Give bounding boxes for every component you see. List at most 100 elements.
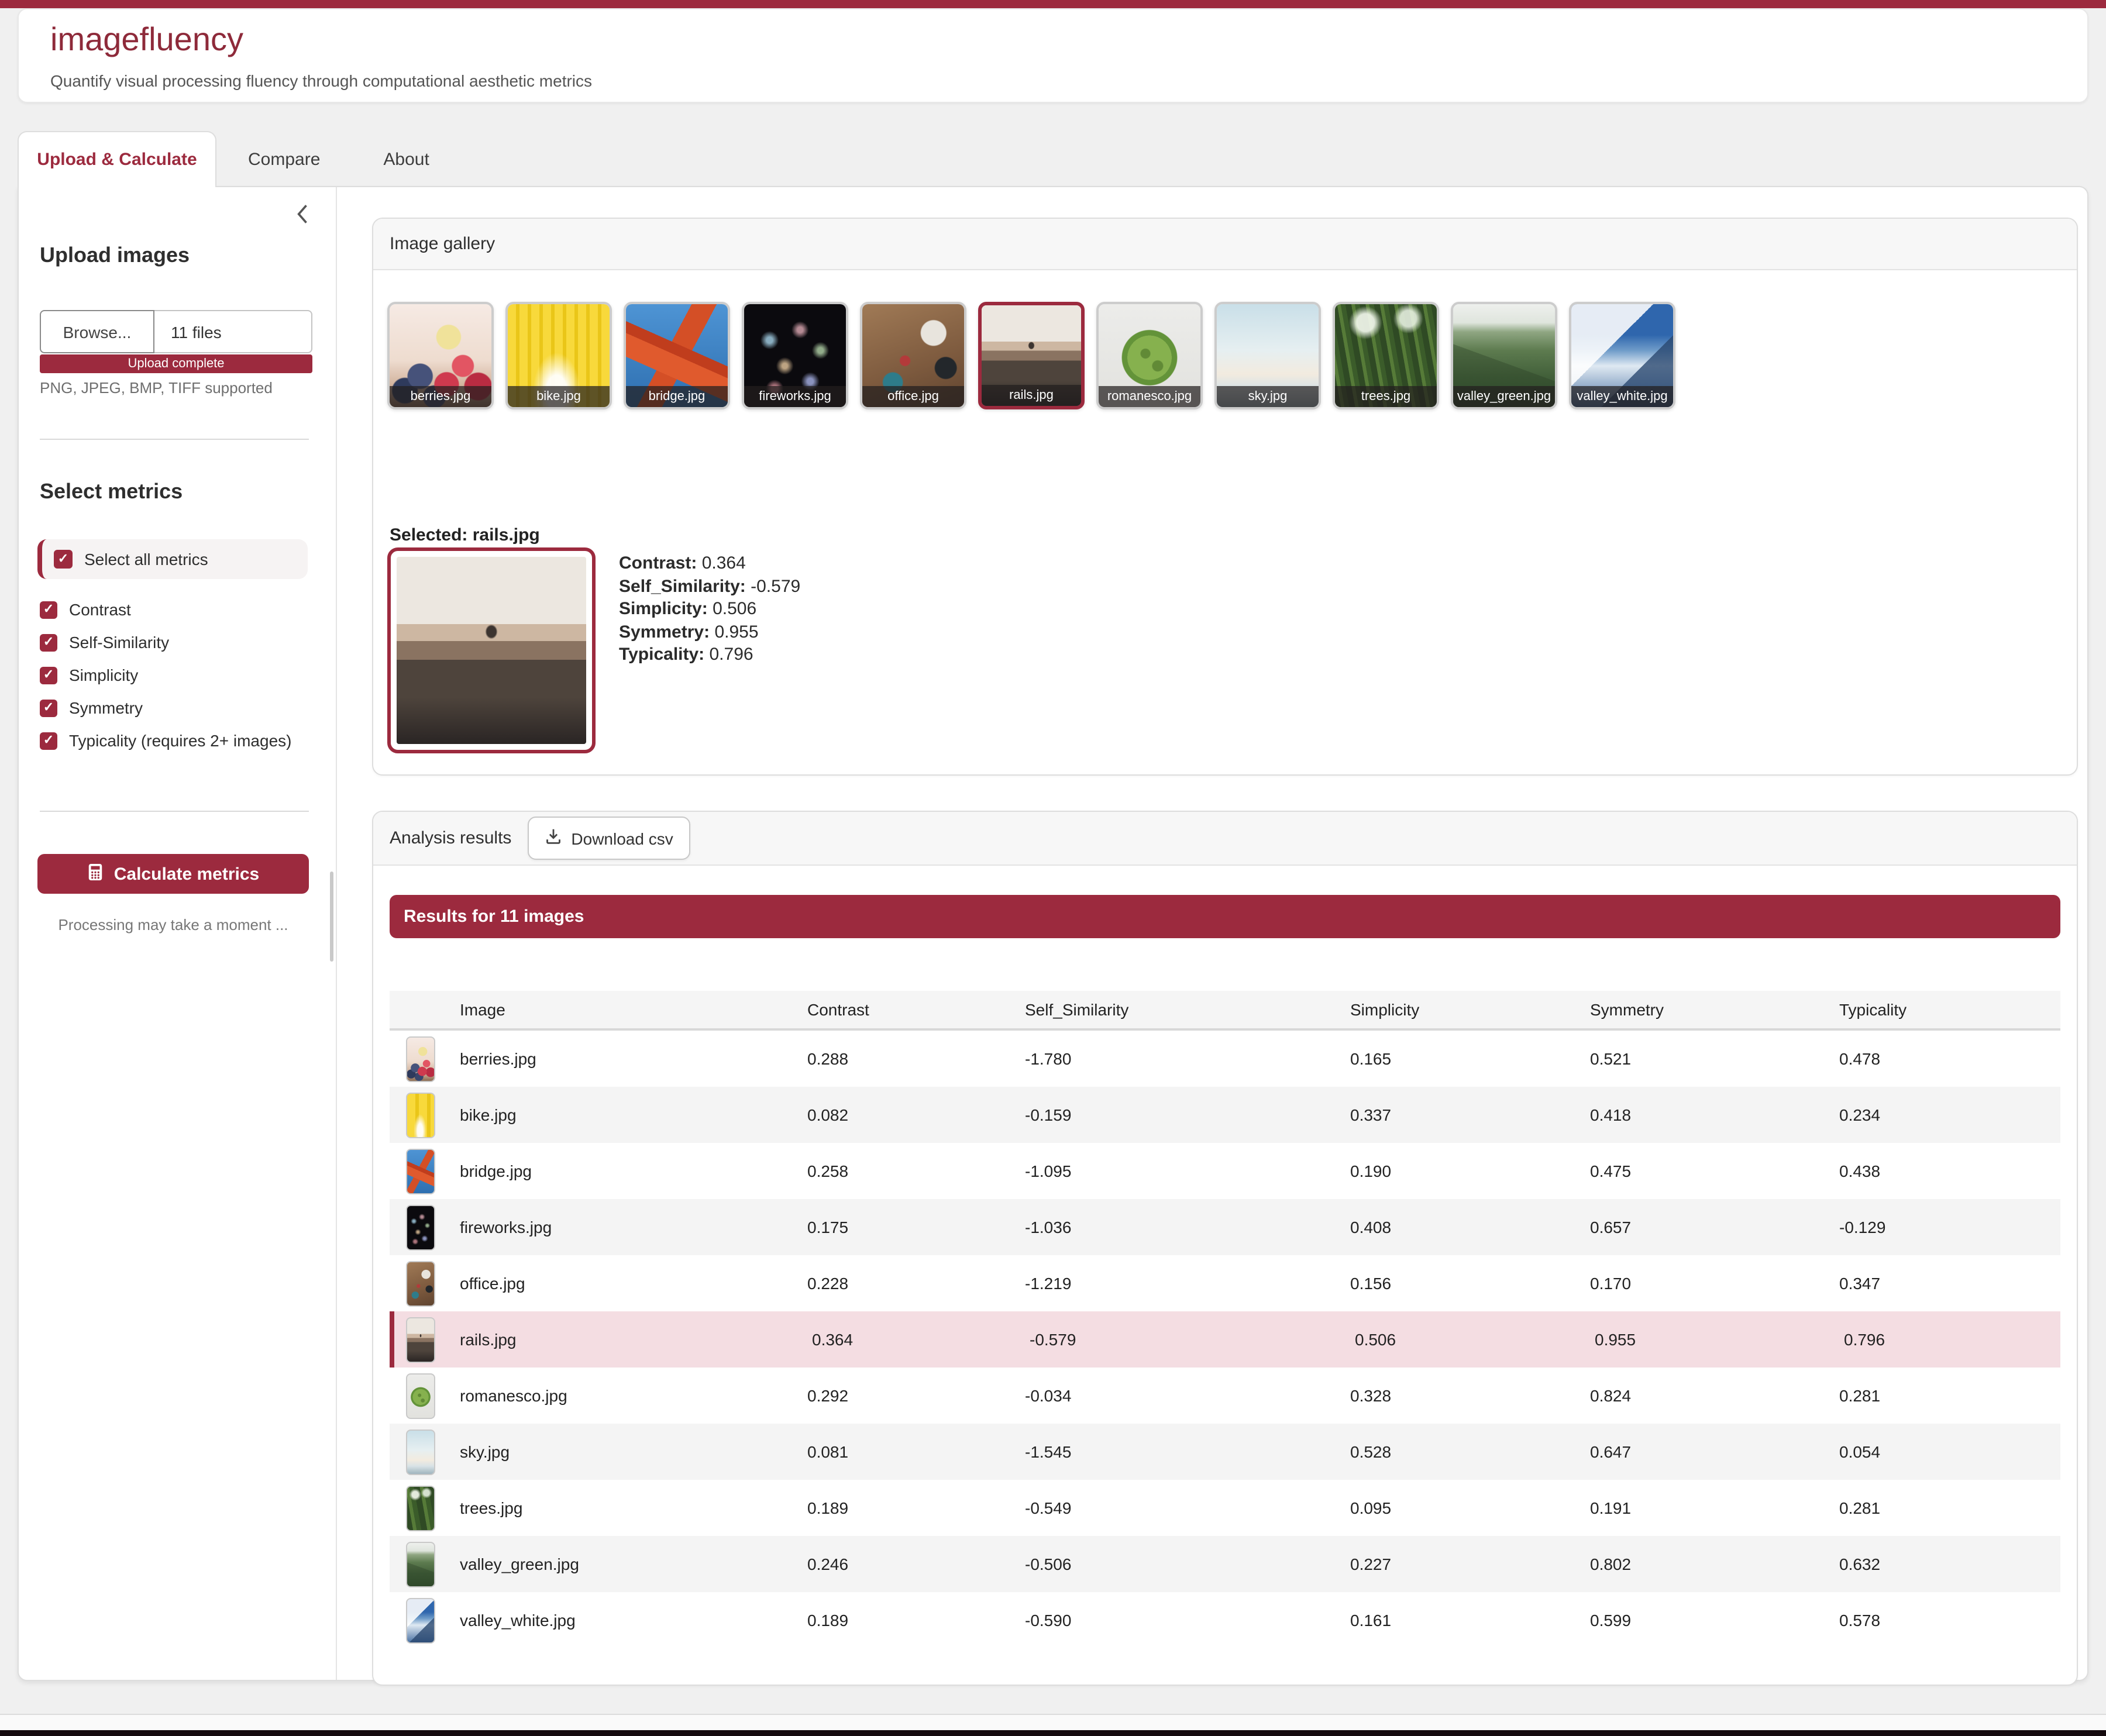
- sidebar-divider: [336, 187, 337, 1680]
- thumb-label: valley_white.jpg: [1571, 386, 1673, 407]
- results-table-body: berries.jpg 0.288 -1.780 0.165 0.521 0.4…: [390, 1031, 2060, 1648]
- checkbox-checked-icon: ✓: [40, 601, 57, 618]
- results-table-header: Image Contrast Self_Similarity Simplicit…: [390, 991, 2060, 1031]
- gallery-thumb-trees[interactable]: trees.jpg: [1333, 302, 1439, 409]
- gallery-thumb-romanesco[interactable]: romanesco.jpg: [1096, 302, 1203, 409]
- sidebar-collapse-button[interactable]: [290, 201, 316, 227]
- berries-row-thumb: [406, 1036, 435, 1081]
- thumb-label: rails.jpg: [982, 385, 1081, 406]
- gallery-thumb-office[interactable]: office.jpg: [860, 302, 966, 409]
- gallery-thumb-fireworks[interactable]: fireworks.jpg: [742, 302, 848, 409]
- metric-label: Self-Similarity: [69, 633, 169, 652]
- table-row-bridge[interactable]: bridge.jpg 0.258 -1.095 0.190 0.475 0.43…: [390, 1143, 2060, 1199]
- sidebar-divider-line: [40, 811, 309, 812]
- upload-progress-bar: Upload complete: [40, 354, 312, 373]
- metric-line: Symmetry: 0.955: [619, 621, 800, 643]
- gallery-heading: Image gallery: [390, 234, 495, 254]
- table-row-bike[interactable]: bike.jpg 0.082 -0.159 0.337 0.418 0.234: [390, 1087, 2060, 1143]
- gallery-thumb-sky[interactable]: sky.jpg: [1214, 302, 1321, 409]
- thumb-label: trees.jpg: [1335, 386, 1437, 407]
- browse-button[interactable]: Browse...: [40, 310, 154, 353]
- metric-checkbox-symmetry[interactable]: ✓ Symmetry: [40, 695, 292, 721]
- metric-label: Contrast: [69, 600, 131, 619]
- thumb-label: romanesco.jpg: [1099, 386, 1200, 407]
- checkbox-checked-icon: ✓: [40, 666, 57, 684]
- metric-checkbox-list: ✓ Contrast ✓ Self-Similarity ✓ Simplicit…: [40, 597, 292, 753]
- tab-upload-calculate[interactable]: Upload & Calculate: [18, 131, 216, 187]
- col-image: Image: [390, 1000, 807, 1019]
- col-self-similarity: Self_Similarity: [1025, 1000, 1350, 1019]
- gallery-thumb-valley-green[interactable]: valley_green.jpg: [1451, 302, 1557, 409]
- valley-green-row-thumb: [406, 1541, 435, 1587]
- analysis-results-panel: Analysis results Download csv Results fo…: [372, 811, 2078, 1686]
- fireworks-row-thumb: [406, 1204, 435, 1250]
- footer-strip: [0, 1715, 2106, 1730]
- metric-line: Simplicity: 0.506: [619, 598, 800, 621]
- gallery-thumb-berries[interactable]: berries.jpg: [387, 302, 494, 409]
- select-all-label: Select all metrics: [84, 550, 208, 569]
- chevron-left-icon: [290, 212, 316, 232]
- gallery-thumb-bike[interactable]: bike.jpg: [505, 302, 612, 409]
- bottom-accent-bar: [0, 1730, 2106, 1736]
- col-typicality: Typicality: [1839, 1000, 2060, 1019]
- table-row-office[interactable]: office.jpg 0.228 -1.219 0.156 0.170 0.34…: [390, 1255, 2060, 1311]
- results-panel-header: Analysis results Download csv: [373, 812, 2077, 866]
- thumb-label: bike.jpg: [508, 386, 610, 407]
- tab-compare[interactable]: Compare: [216, 131, 352, 187]
- trees-row-thumb: [406, 1485, 435, 1531]
- col-simplicity: Simplicity: [1350, 1000, 1590, 1019]
- selected-image-heading: Selected: rails.jpg: [390, 525, 540, 545]
- page-title: imagefluency: [50, 21, 243, 58]
- file-count-field[interactable]: 11 files: [154, 310, 312, 353]
- metric-checkbox-typicality[interactable]: ✓ Typicality (requires 2+ images): [40, 728, 292, 753]
- main-content-panel: Upload images Browse... 11 files Upload …: [18, 186, 2088, 1681]
- tab-about[interactable]: About: [352, 131, 460, 187]
- results-table: Image Contrast Self_Similarity Simplicit…: [390, 991, 2060, 1648]
- checkbox-checked-icon: ✓: [40, 732, 57, 749]
- table-row-rails-highlighted[interactable]: rails.jpg 0.364 -0.579 0.506 0.955 0.796: [390, 1311, 2060, 1368]
- thumb-label: bridge.jpg: [626, 386, 728, 407]
- upload-section-heading: Upload images: [40, 243, 190, 268]
- tab-bar: Upload & Calculate Compare About: [18, 131, 461, 187]
- table-row-berries[interactable]: berries.jpg 0.288 -1.780 0.165 0.521 0.4…: [390, 1031, 2060, 1087]
- table-row-valley-green[interactable]: valley_green.jpg 0.246 -0.506 0.227 0.80…: [390, 1536, 2060, 1592]
- metric-line: Self_Similarity: -0.579: [619, 575, 800, 598]
- processing-note: Processing may take a moment ...: [37, 916, 309, 934]
- gallery-thumbnail-row: berries.jpg bike.jpg bridge.jpg firework…: [387, 302, 1675, 409]
- gallery-panel-header: Image gallery: [373, 219, 2077, 270]
- gallery-thumb-rails-selected[interactable]: rails.jpg: [978, 302, 1085, 409]
- sidebar-divider-line: [40, 439, 309, 440]
- checkbox-checked-icon: ✓: [40, 699, 57, 717]
- thumb-label: office.jpg: [862, 386, 964, 407]
- selected-image-preview: [387, 547, 596, 753]
- metric-checkbox-contrast[interactable]: ✓ Contrast: [40, 597, 292, 622]
- app-header: imagefluency Quantify visual processing …: [18, 8, 2088, 103]
- table-row-sky[interactable]: sky.jpg 0.081 -1.545 0.528 0.647 0.054: [390, 1424, 2060, 1480]
- metric-label: Simplicity: [69, 666, 138, 684]
- download-csv-button[interactable]: Download csv: [528, 817, 690, 860]
- select-all-metrics-checkbox[interactable]: ✓ Select all metrics: [37, 539, 308, 579]
- file-upload-group: Browse... 11 files: [40, 310, 312, 353]
- sidebar-scrollbar[interactable]: [330, 872, 333, 962]
- table-row-fireworks[interactable]: fireworks.jpg 0.175 -1.036 0.408 0.657 -…: [390, 1199, 2060, 1255]
- metric-checkbox-self-similarity[interactable]: ✓ Self-Similarity: [40, 629, 292, 655]
- gallery-thumb-bridge[interactable]: bridge.jpg: [624, 302, 730, 409]
- checkbox-checked-icon: ✓: [54, 550, 73, 569]
- bike-row-thumb: [406, 1092, 435, 1138]
- valley-white-row-thumb: [406, 1597, 435, 1643]
- checkbox-checked-icon: ✓: [40, 633, 57, 651]
- table-row-valley-white[interactable]: valley_white.jpg 0.189 -0.590 0.161 0.59…: [390, 1592, 2060, 1648]
- calculate-metrics-button[interactable]: Calculate metrics: [37, 854, 309, 894]
- metrics-section-heading: Select metrics: [40, 480, 183, 504]
- table-row-trees[interactable]: trees.jpg 0.189 -0.549 0.095 0.191 0.281: [390, 1480, 2060, 1536]
- app-root: imagefluency Quantify visual processing …: [0, 0, 2106, 1736]
- page-subtitle: Quantify visual processing fluency throu…: [50, 71, 592, 90]
- col-symmetry: Symmetry: [1590, 1000, 1839, 1019]
- image-gallery-panel: Image gallery berries.jpg bike.jpg bridg…: [372, 218, 2078, 776]
- col-contrast: Contrast: [807, 1000, 1025, 1019]
- metric-line: Typicality: 0.796: [619, 643, 800, 666]
- gallery-thumb-valley-white[interactable]: valley_white.jpg: [1569, 302, 1675, 409]
- metric-checkbox-simplicity[interactable]: ✓ Simplicity: [40, 662, 292, 688]
- table-row-romanesco[interactable]: romanesco.jpg 0.292 -0.034 0.328 0.824 0…: [390, 1368, 2060, 1424]
- supported-formats-note: PNG, JPEG, BMP, TIFF supported: [40, 379, 273, 397]
